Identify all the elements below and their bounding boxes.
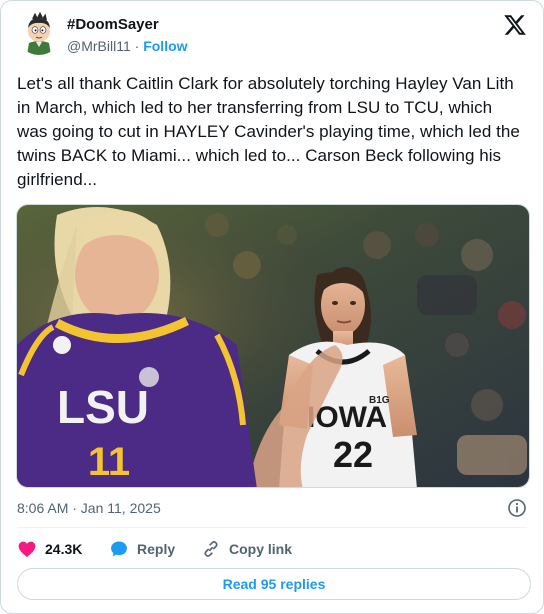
timestamp-row: 8:06 AM · Jan 11, 2025 <box>17 497 529 519</box>
left-jersey-number: 11 <box>88 440 130 484</box>
copy-link-button[interactable]: Copy link <box>201 536 292 562</box>
display-name[interactable]: #DoomSayer <box>67 15 188 34</box>
speech-bubble-icon <box>111 541 127 557</box>
follow-button[interactable]: Follow <box>143 38 187 54</box>
reply-label: Reply <box>137 541 176 557</box>
handle[interactable]: @MrBill11 <box>67 38 131 54</box>
cartoon-character-avatar-icon <box>17 11 61 55</box>
tweet-header: #DoomSayer @MrBill11 · Follow <box>17 11 529 59</box>
link-icon <box>204 541 218 557</box>
read-replies-button[interactable]: Read 95 replies <box>17 568 531 600</box>
handle-row: @MrBill11 · Follow <box>67 36 188 56</box>
author-names: #DoomSayer @MrBill11 · Follow <box>67 15 188 56</box>
avatar[interactable] <box>17 11 61 55</box>
reply-button[interactable]: Reply <box>109 536 175 562</box>
x-logo-icon[interactable] <box>503 13 527 37</box>
divider <box>17 527 527 528</box>
timestamp[interactable]: 8:06 AM · Jan 11, 2025 <box>17 500 161 516</box>
tweet-media-image[interactable]: B1G IOWA 22 LSU 11 <box>16 204 530 488</box>
left-jersey-text: LSU <box>57 381 149 433</box>
info-icon[interactable] <box>507 498 527 518</box>
tweet-text: Let's all thank Caitlin Clark for absolu… <box>17 74 520 189</box>
action-bar: 24.3K Reply Copy link <box>17 536 517 562</box>
heart-icon <box>18 541 36 557</box>
tweet-card: #DoomSayer @MrBill11 · Follow Let's all … <box>0 0 544 614</box>
likes-count: 24.3K <box>45 541 83 557</box>
like-button[interactable]: 24.3K <box>17 536 82 562</box>
copy-link-label: Copy link <box>229 541 293 557</box>
right-jersey-number: 22 <box>333 434 373 475</box>
basketball-players-photo: B1G IOWA 22 LSU 11 <box>17 205 529 487</box>
separator-dot: · <box>134 38 140 54</box>
